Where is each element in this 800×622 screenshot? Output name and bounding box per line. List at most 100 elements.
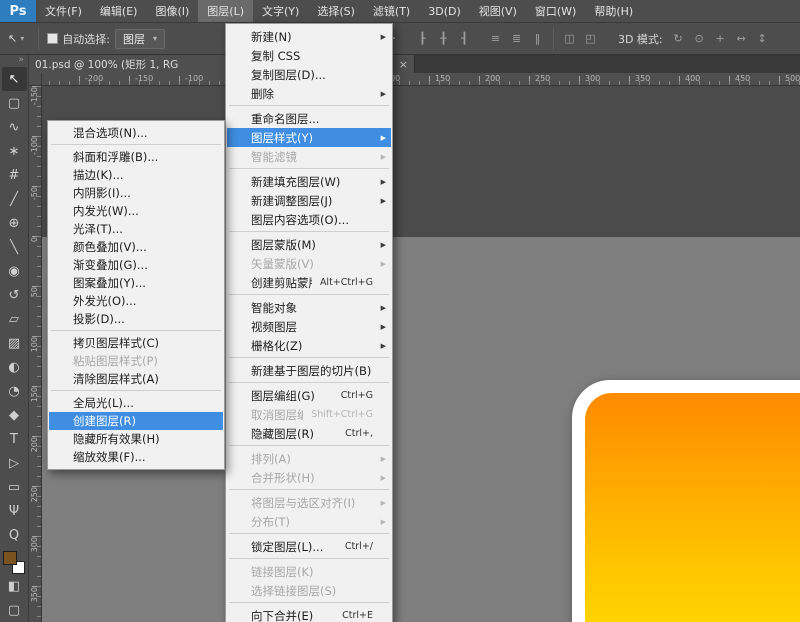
menu-item[interactable]: 混合选项(N)... (49, 124, 223, 142)
menubar-item[interactable]: 帮助(H) (585, 0, 642, 22)
crop-tool[interactable]: # (2, 163, 27, 187)
menu-item[interactable]: 图层样式(Y) ▶ (227, 128, 391, 147)
menubar-item[interactable]: 滤镜(T) (364, 0, 419, 22)
rectangular-marquee-tool[interactable]: ▢ (2, 91, 27, 115)
3d-pan-icon[interactable]: + (711, 29, 730, 48)
menubar-item[interactable]: 编辑(E) (91, 0, 147, 22)
auto-select-target-dropdown[interactable]: 图层 ▾ (114, 28, 165, 49)
foreground-color-swatch[interactable] (3, 551, 17, 566)
3d-slide-icon[interactable]: ↔ (732, 29, 751, 48)
blur-tool[interactable]: ◐ (2, 355, 27, 379)
align-right-edges-icon[interactable]: ┨ (455, 29, 474, 48)
menu-item[interactable]: 重命名图层... (227, 109, 391, 128)
screen-mode-icon[interactable]: ▢ (2, 598, 27, 622)
menu-item[interactable]: 删除 ▶ (227, 84, 391, 103)
auto-select-checkbox[interactable] (47, 33, 59, 44)
3d-scale-icon[interactable]: ↕ (753, 29, 772, 48)
menu-item[interactable]: 视频图层 ▶ (227, 317, 391, 336)
arrange-layers-icon[interactable]: ◰ (581, 29, 600, 48)
close-icon[interactable]: × (399, 58, 408, 71)
pen-tool[interactable]: ◆ (2, 403, 27, 427)
move-tool[interactable]: ↖ (1, 67, 27, 92)
options-separator (552, 27, 554, 50)
shape-tool[interactable]: ▭ (2, 475, 27, 499)
distribute-evenly-icon[interactable]: ≣ (507, 29, 526, 48)
menu-item[interactable]: 清除图层样式(A) (49, 370, 223, 388)
menubar-item[interactable]: 文件(F) (36, 0, 91, 22)
menu-item[interactable]: 图层蒙版(M) ▶ (227, 235, 391, 254)
distribute-widths-icon[interactable]: ‖ (528, 29, 547, 48)
menu-item[interactable]: 智能对象 ▶ (227, 298, 391, 317)
ruler-number: 200 (30, 437, 39, 453)
menu-item[interactable]: 新建填充图层(W) ▶ (227, 172, 391, 191)
rounded-rectangle-shape[interactable] (572, 380, 800, 622)
menu-item-label: 重命名图层... (251, 111, 320, 126)
dodge-tool[interactable]: ◔ (2, 379, 27, 403)
menu-item[interactable]: 新建基于图层的切片(B) (227, 361, 391, 380)
quick-mask-icon[interactable]: ◧ (2, 574, 27, 598)
quick-selection-tool[interactable]: ∗ (2, 139, 27, 163)
menu-item[interactable]: 拷贝图层样式(C) (49, 334, 223, 352)
type-tool[interactable]: T (2, 427, 27, 451)
distribute-heights-icon[interactable]: ≡ (486, 29, 505, 48)
menubar-item[interactable]: 图像(I) (146, 0, 198, 22)
hand-tool[interactable]: Ψ (2, 499, 27, 523)
menu-item[interactable]: 斜面和浮雕(B)... (49, 148, 223, 166)
menubar-item[interactable]: 视图(V) (470, 0, 526, 22)
ruler-number: -100 (30, 137, 39, 156)
menubar-item[interactable]: 图层(L) (198, 0, 254, 22)
menu-item[interactable]: 图层编组(G) Ctrl+G (227, 386, 391, 405)
3d-roll-icon[interactable]: ⊙ (690, 29, 709, 48)
spot-healing-brush-tool[interactable]: ⊕ (2, 211, 27, 235)
menu-item[interactable]: 创建剪贴蒙版(C) Alt+Ctrl+G (227, 273, 391, 292)
menu-item[interactable]: 创建图层(R) (49, 412, 223, 430)
menu-item[interactable]: 向下合并(E) Ctrl+E (227, 606, 391, 622)
menu-item[interactable]: 图层内容选项(O)... (227, 210, 391, 229)
submenu-arrow-icon: ▶ (380, 177, 386, 186)
align-horizontal-centers-icon[interactable]: ╂ (434, 29, 453, 48)
brush-tool[interactable]: ╲ (2, 235, 27, 259)
menu-item[interactable]: 锁定图层(L)... Ctrl+/ (227, 537, 391, 556)
menu-item[interactable]: 复制图层(D)... (227, 65, 391, 84)
menu-item[interactable]: 图案叠加(Y)... (49, 274, 223, 292)
eraser-tool[interactable]: ▱ (2, 307, 27, 331)
menu-item-shortcut: Ctrl+E (342, 610, 373, 621)
menubar-item[interactable]: 窗口(W) (526, 0, 585, 22)
menu-item[interactable]: 隐藏图层(R) Ctrl+, (227, 424, 391, 443)
menu-item[interactable]: 内发光(W)... (49, 202, 223, 220)
vertical-ruler[interactable]: -150 -100 -50 0 50 100 150 200 250 300 350 (29, 86, 42, 622)
menubar-item[interactable]: 3D(D) (419, 0, 470, 22)
menu-item[interactable]: 外发光(O)... (49, 292, 223, 310)
menu-item[interactable]: 渐变叠加(G)... (49, 256, 223, 274)
history-brush-tool[interactable]: ↺ (2, 283, 27, 307)
ruler-number: -150 (135, 74, 154, 83)
tool-preset-picker[interactable]: ↖ ▾ (0, 32, 32, 45)
menu-item[interactable]: 光泽(T)... (49, 220, 223, 238)
menu-item[interactable]: 隐藏所有效果(H) (49, 430, 223, 448)
menubar-item[interactable]: 选择(S) (308, 0, 364, 22)
menu-item[interactable]: 全局光(L)... (49, 394, 223, 412)
align-left-edges-icon[interactable]: ┠ (413, 29, 432, 48)
menu-item[interactable]: 描边(K)... (49, 166, 223, 184)
eyedropper-tool[interactable]: ╱ (2, 187, 27, 211)
horizontal-ruler[interactable]: -200-150-100100150200250300350400450500 (29, 73, 800, 86)
menubar-item[interactable]: 文字(Y) (253, 0, 308, 22)
zoom-tool[interactable]: Q (2, 523, 27, 547)
menu-bar: Ps 文件(F) 编辑(E) 图像(I) 图层(L) 文字(Y) 选择(S) 滤镜(T) 3D… (0, 0, 800, 23)
menu-item-label: 将图层与选区对齐(I) (251, 495, 356, 510)
clone-stamp-tool[interactable]: ◉ (2, 259, 27, 283)
collapse-panel-icon[interactable]: » (18, 55, 28, 67)
menu-item[interactable]: 新建(N) ▶ (227, 27, 391, 46)
menu-item[interactable]: 缩放效果(F)... (49, 448, 223, 466)
menu-item[interactable]: 复制 CSS (227, 46, 391, 65)
3d-rotate-icon[interactable]: ↻ (669, 29, 688, 48)
auto-align-layers-icon[interactable]: ◫ (560, 29, 579, 48)
menu-item[interactable]: 颜色叠加(V)... (49, 238, 223, 256)
menu-item[interactable]: 内阴影(I)... (49, 184, 223, 202)
menu-item[interactable]: 栅格化(Z) ▶ (227, 336, 391, 355)
menu-item[interactable]: 投影(D)... (49, 310, 223, 328)
gradient-tool[interactable]: ▨ (2, 331, 27, 355)
path-selection-tool[interactable]: ▷ (2, 451, 27, 475)
lasso-tool[interactable]: ∿ (2, 115, 27, 139)
menu-item[interactable]: 新建调整图层(J) ▶ (227, 191, 391, 210)
